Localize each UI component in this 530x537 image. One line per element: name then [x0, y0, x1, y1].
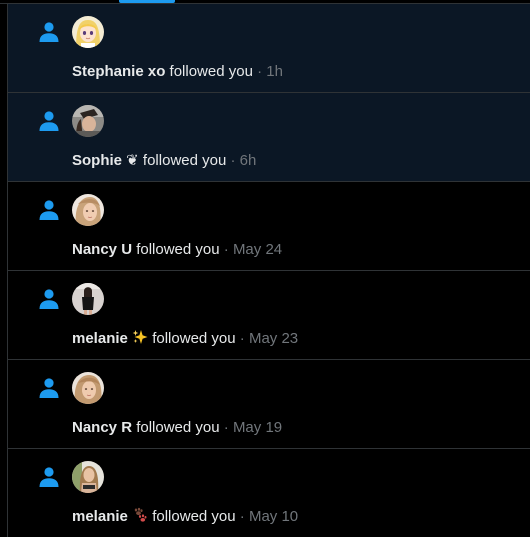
user-name[interactable]: melanie — [72, 508, 128, 525]
person-follow-icon — [39, 378, 59, 398]
notification-text: melanie followed you · May 10 — [72, 507, 298, 527]
separator: · — [239, 330, 245, 347]
timestamp: May 24 — [232, 241, 283, 258]
timestamp: 1h — [266, 63, 283, 80]
person-follow-icon — [39, 200, 59, 220]
notification-text: melanie followed you · May 23 — [72, 329, 298, 349]
person-follow-icon — [39, 289, 59, 309]
notification-action: followed you — [136, 241, 220, 258]
separator: · — [223, 241, 229, 258]
avatar[interactable] — [72, 105, 104, 137]
notification-list: Stephanie xo followed you · 1h Sophie ❦ … — [8, 4, 530, 537]
notification-row[interactable]: melanie followed you · May 23 — [8, 271, 530, 360]
user-name[interactable]: Stephanie xo — [72, 63, 165, 80]
user-name[interactable]: Nancy R — [72, 419, 132, 436]
avatar[interactable] — [72, 283, 104, 315]
person-follow-icon — [39, 467, 59, 487]
timestamp: May 19 — [232, 419, 283, 436]
separator: · — [257, 63, 263, 80]
notification-text: Nancy U followed you · May 24 — [72, 240, 282, 260]
notification-row[interactable]: Nancy U followed you · May 24 — [8, 182, 530, 271]
timestamp: May 23 — [248, 330, 299, 347]
separator: · — [239, 508, 245, 525]
notification-action: followed you — [152, 508, 236, 525]
notification-action: followed you — [136, 419, 220, 436]
sparkles-emoji — [132, 330, 148, 344]
person-follow-icon — [39, 111, 59, 131]
notification-action: followed you — [152, 330, 236, 347]
user-name[interactable]: melanie — [72, 330, 128, 347]
notification-text: Nancy R followed you · May 19 — [72, 418, 282, 438]
user-name[interactable]: Sophie ❦ — [72, 152, 139, 169]
notification-row[interactable]: Sophie ❦ followed you · 6h — [8, 93, 530, 182]
notifications-page: Stephanie xo followed you · 1h Sophie ❦ … — [0, 0, 530, 537]
avatar[interactable] — [72, 16, 104, 48]
notification-row[interactable]: melanie followed you · May 10 — [8, 449, 530, 537]
user-name[interactable]: Nancy U — [72, 241, 132, 258]
notification-row[interactable]: Nancy R followed you · May 19 — [8, 360, 530, 449]
notification-text: Stephanie xo followed you · 1h — [72, 62, 283, 82]
avatar[interactable] — [72, 461, 104, 493]
paw-prints-emoji — [134, 507, 147, 522]
timestamp: May 10 — [248, 508, 299, 525]
timestamp: 6h — [239, 152, 257, 169]
separator: · — [223, 419, 229, 436]
avatar[interactable] — [72, 372, 104, 404]
person-follow-icon — [39, 22, 59, 42]
notification-row[interactable]: Stephanie xo followed you · 1h — [8, 4, 530, 93]
notification-text: Sophie ❦ followed you · 6h — [72, 151, 256, 171]
avatar[interactable] — [72, 194, 104, 226]
notification-action: followed you — [169, 63, 253, 80]
separator: · — [230, 152, 236, 169]
notification-action: followed you — [142, 152, 227, 169]
